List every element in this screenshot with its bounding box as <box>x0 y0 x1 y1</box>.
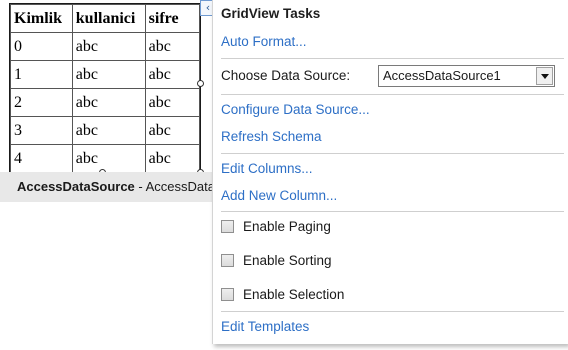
table-cell: abc <box>71 144 146 173</box>
auto-format-link[interactable]: Auto Format... <box>221 29 566 55</box>
enable-sorting-label: Enable Sorting <box>243 253 332 268</box>
designer-surface: Kimlik kullanici sifre 0 abc abc 1 abc a… <box>0 0 568 350</box>
datasource-caption[interactable]: AccessDataSource - AccessDataSource1 <box>0 172 212 202</box>
table-cell: abc <box>144 144 200 173</box>
enable-selection-checkbox[interactable] <box>221 288 234 301</box>
datasource-separator: - <box>134 179 146 194</box>
table-cell: abc <box>144 116 200 145</box>
table-cell: abc <box>71 60 146 89</box>
table-cell: abc <box>144 88 200 117</box>
datasource-id-label: AccessDataSource1 <box>145 179 212 194</box>
column-header-kimlik: Kimlik <box>10 4 73 33</box>
gridview-table: Kimlik kullanici sifre 0 abc abc 1 abc a… <box>10 4 200 173</box>
table-cell: abc <box>71 32 146 61</box>
enable-sorting-checkbox[interactable] <box>221 254 234 267</box>
gridview-header-row: Kimlik kullanici sifre <box>10 4 200 33</box>
enable-paging-checkbox-row[interactable]: Enable Paging <box>221 214 331 240</box>
add-new-column-link[interactable]: Add New Column... <box>221 183 566 209</box>
table-cell: 4 <box>10 144 73 173</box>
table-row: 4 abc abc <box>10 144 200 173</box>
column-header-sifre: sifre <box>144 4 200 33</box>
data-source-dropdown-value: AccessDataSource1 <box>383 68 501 83</box>
table-cell: abc <box>144 32 200 61</box>
enable-paging-checkbox[interactable] <box>221 220 234 233</box>
data-source-dropdown[interactable]: AccessDataSource1 <box>378 65 555 87</box>
resize-handle-right[interactable] <box>197 80 204 87</box>
configure-data-source-link[interactable]: Configure Data Source... <box>221 97 566 123</box>
enable-sorting-checkbox-row[interactable]: Enable Sorting <box>221 248 332 274</box>
divider <box>221 153 564 154</box>
table-row: 2 abc abc <box>10 88 200 117</box>
enable-selection-label: Enable Selection <box>243 287 345 302</box>
refresh-schema-link[interactable]: Refresh Schema <box>221 124 566 150</box>
table-row: 3 abc abc <box>10 116 200 145</box>
table-cell: 3 <box>10 116 73 145</box>
divider <box>221 58 564 59</box>
table-cell: 1 <box>10 60 73 89</box>
enable-paging-label: Enable Paging <box>243 219 331 234</box>
panel-title: GridView Tasks <box>221 6 321 21</box>
gridview-control[interactable]: Kimlik kullanici sifre 0 abc abc 1 abc a… <box>9 3 201 174</box>
edit-columns-link[interactable]: Edit Columns... <box>221 156 566 182</box>
edit-templates-link[interactable]: Edit Templates <box>221 314 566 340</box>
enable-selection-checkbox-row[interactable]: Enable Selection <box>221 282 344 308</box>
divider <box>221 311 564 312</box>
table-cell: abc <box>144 60 200 89</box>
table-cell: 2 <box>10 88 73 117</box>
column-header-kullanici: kullanici <box>71 4 146 33</box>
datasource-type-label: AccessDataSource <box>17 179 135 194</box>
table-row: 0 abc abc <box>10 32 200 61</box>
gridview-tasks-panel: GridView Tasks Auto Format... Choose Dat… <box>212 0 568 344</box>
table-cell: 0 <box>10 32 73 61</box>
table-cell: abc <box>71 116 146 145</box>
divider <box>221 94 564 95</box>
table-row: 1 abc abc <box>10 60 200 89</box>
table-cell: abc <box>71 88 146 117</box>
divider <box>221 211 564 212</box>
chevron-down-icon[interactable] <box>536 67 553 85</box>
